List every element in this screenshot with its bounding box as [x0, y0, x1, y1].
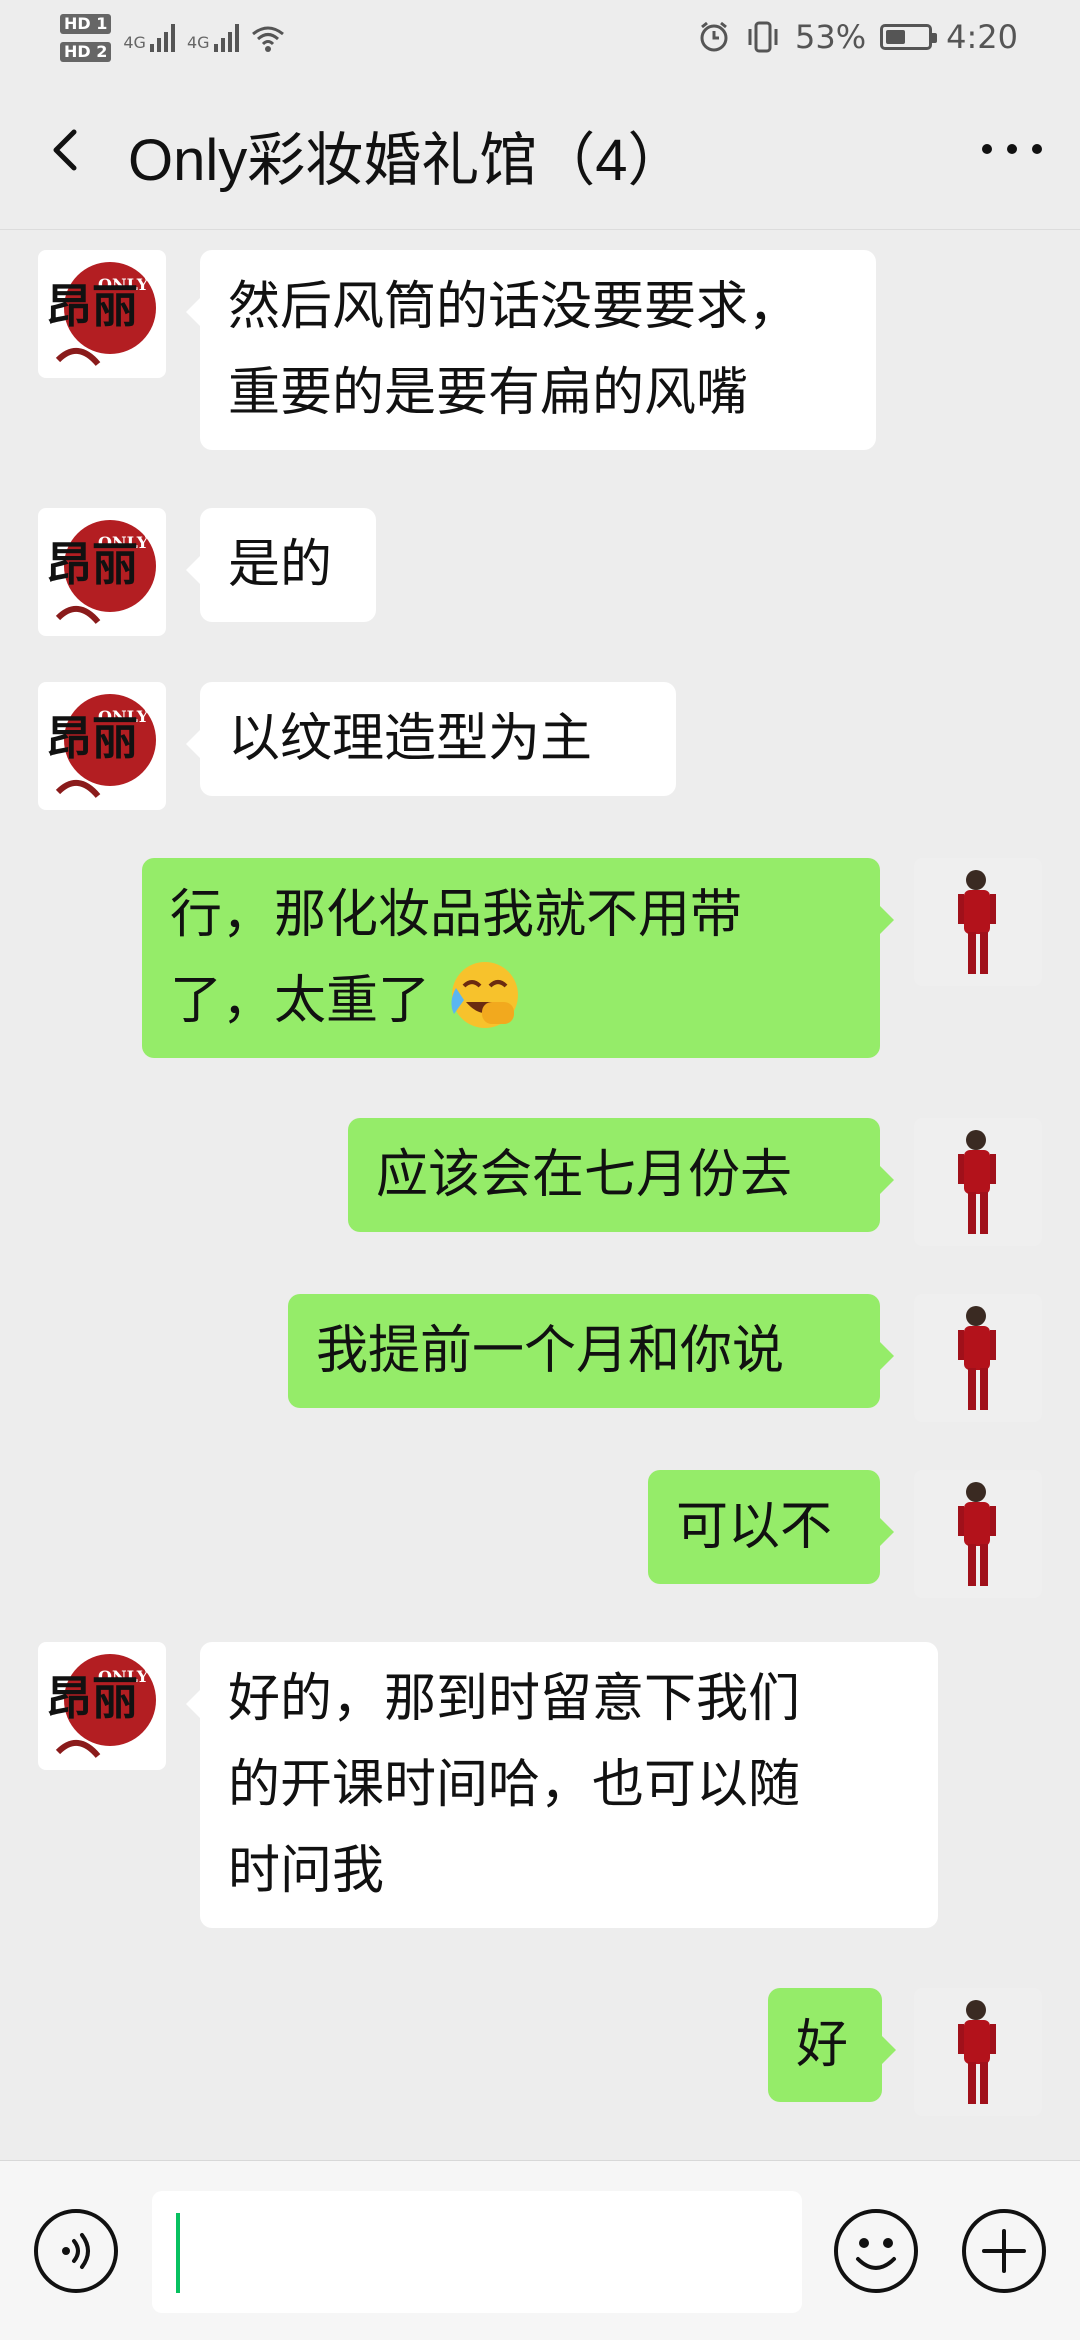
avatar[interactable] [914, 1294, 1042, 1422]
signal-bars-2-icon [213, 24, 239, 52]
signal-bars-1-icon [149, 24, 175, 52]
avatar[interactable]: ONLY 昂丽 [38, 250, 166, 378]
vibrate-icon [748, 21, 778, 53]
message-list[interactable]: ONLY 昂丽 然后风筒的话没要要求， 重要的是要有扁的风嘴 ONLY 昂丽 是… [0, 230, 1080, 2160]
brand-logo-icon: ONLY 昂丽 [46, 694, 156, 799]
message-line: 时问我 [228, 1842, 385, 1900]
message-input[interactable] [152, 2191, 802, 2313]
chat-title: Only彩妆婚礼馆（4） [128, 128, 686, 193]
message-line: 行，那化妆品我就不用带 [170, 886, 743, 944]
svg-text:昂丽: 昂丽 [46, 711, 138, 765]
message-bubble[interactable]: 然后风筒的话没要要求， 重要的是要有扁的风嘴 [186, 250, 876, 450]
user-photo-icon [914, 1118, 1042, 1246]
message-text: 了，太重了 [170, 972, 431, 1030]
network-2-label: 4G [186, 33, 210, 52]
message-line: 了，太重了 [170, 958, 852, 1044]
message-bubble[interactable]: 应该会在七月份去 [348, 1118, 894, 1232]
message-line: 我提前一个月和你说 [316, 1322, 785, 1380]
brand-logo-icon: ONLY 昂丽 [46, 1654, 156, 1759]
message-bubble[interactable]: 可以不 [648, 1470, 894, 1584]
more-functions-plus-icon[interactable] [960, 2207, 1048, 2295]
avatar[interactable]: ONLY 昂丽 [38, 1642, 166, 1770]
back-arrow-icon[interactable] [40, 120, 100, 180]
message-line: 以纹理造型为主 [228, 710, 593, 768]
battery-percent: 53% [795, 18, 867, 56]
signal-1: 4G [123, 24, 175, 52]
hd-2-badge: HD 2 [60, 42, 112, 62]
wifi-icon [251, 26, 284, 52]
input-bar [0, 2160, 1080, 2340]
user-photo-icon [914, 858, 1042, 986]
user-photo-icon [914, 1988, 1042, 2116]
message-bubble[interactable]: 我提前一个月和你说 [288, 1294, 894, 1408]
message-line: 好的，那到时留意下我们 [228, 1670, 801, 1728]
battery-icon [880, 24, 938, 50]
chat-header: Only彩妆婚礼馆（4） [0, 75, 1080, 230]
avatar[interactable] [914, 858, 1042, 986]
clock: 4:20 [946, 18, 1018, 56]
avatar[interactable] [914, 1470, 1042, 1598]
brand-logo-icon: ONLY 昂丽 [46, 262, 156, 367]
message-bubble[interactable]: 是的 [186, 508, 376, 622]
message-bubble[interactable]: 好 [768, 1988, 896, 2102]
svg-text:昂丽: 昂丽 [46, 279, 138, 333]
message-bubble[interactable]: 行，那化妆品我就不用带 了，太重了 [142, 858, 894, 1058]
avatar[interactable] [914, 1118, 1042, 1246]
user-photo-icon [914, 1470, 1042, 1598]
svg-text:昂丽: 昂丽 [46, 537, 138, 591]
alarm-icon [700, 21, 728, 52]
message-line: 是的 [228, 536, 333, 594]
message-line: 的开课时间哈，也可以随 [228, 1756, 801, 1814]
avatar[interactable]: ONLY 昂丽 [38, 508, 166, 636]
message-line: 好 [796, 2016, 849, 2074]
message-line: 然后风筒的话没要要求， [228, 278, 801, 336]
more-options-icon[interactable] [982, 137, 1042, 161]
svg-text:昂丽: 昂丽 [46, 1671, 138, 1725]
text-caret [176, 2213, 180, 2293]
avatar[interactable] [914, 1988, 1042, 2116]
network-1-label: 4G [123, 33, 146, 52]
avatar[interactable]: ONLY 昂丽 [38, 682, 166, 810]
hd-indicators: HD 1 HD 2 [60, 14, 112, 62]
status-right: 53% 4:20 [697, 14, 1018, 60]
voice-input-icon[interactable] [32, 2207, 120, 2295]
status-bar: HD 1 HD 2 4G 4G 53% 4:20 [0, 0, 1080, 75]
signal-2: 4G [187, 24, 239, 52]
brand-logo-icon: ONLY 昂丽 [46, 520, 156, 625]
hd-1-badge: HD 1 [60, 14, 112, 34]
message-bubble[interactable]: 以纹理造型为主 [186, 682, 676, 796]
message-line: 可以不 [676, 1498, 833, 1556]
message-line: 重要的是要有扁的风嘴 [228, 364, 749, 422]
user-photo-icon [914, 1294, 1042, 1422]
status-left: HD 1 HD 2 4G 4G [60, 8, 285, 68]
message-bubble[interactable]: 好的，那到时留意下我们 的开课时间哈，也可以随 时问我 [186, 1642, 938, 1928]
laughing-crying-face-icon [451, 962, 519, 1028]
message-line: 应该会在七月份去 [376, 1146, 793, 1204]
emoji-picker-icon[interactable] [832, 2207, 920, 2295]
